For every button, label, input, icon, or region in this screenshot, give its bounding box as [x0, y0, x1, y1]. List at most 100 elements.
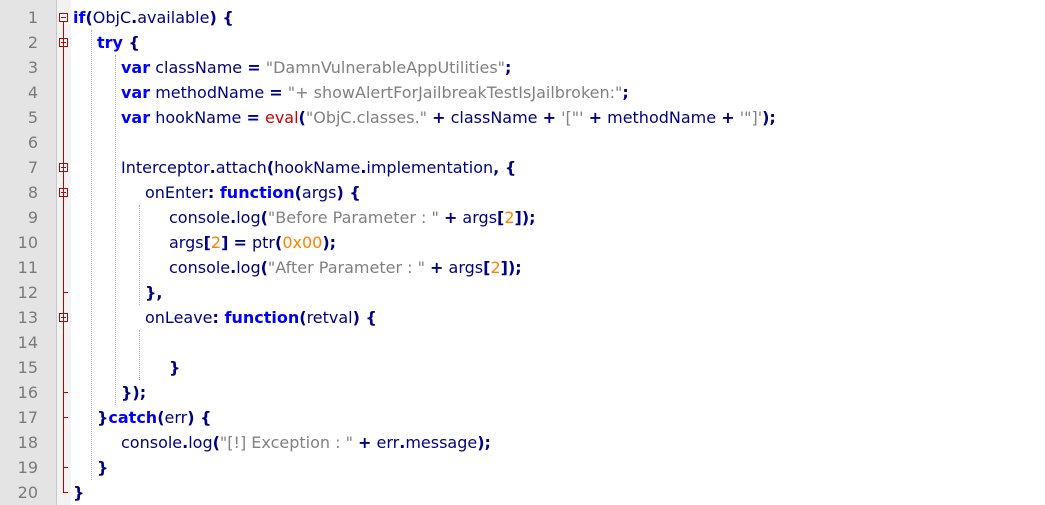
code-token: = — [246, 108, 260, 127]
code-editor[interactable]: 1 2 3 4 5 6 7 8 9 10 11 12 13 14 15 16 17 18 19 20 if(ObjC.… — [0, 0, 1045, 505]
code-token: ( — [294, 183, 302, 202]
code-line[interactable]: }catch(err) { — [97, 405, 212, 430]
code-token: } — [169, 358, 181, 377]
code-token: var — [121, 83, 151, 102]
code-token: implementation — [366, 158, 494, 177]
code-token: ) { — [209, 8, 234, 27]
code-line[interactable]: var methodName = "+ showAlertForJailbrea… — [121, 80, 629, 105]
code-token: console — [169, 258, 231, 277]
code-token: console — [121, 433, 183, 452]
fold-end-marker — [63, 392, 68, 393]
code-text-area[interactable]: if(ObjC.available) {try {var className =… — [71, 0, 1045, 505]
code-token: : — [212, 308, 225, 327]
code-token: if — [73, 8, 86, 27]
line-number: 5 — [27, 108, 38, 127]
code-token: className — [445, 108, 543, 127]
line-number: 10 — [17, 233, 38, 252]
line-number: 16 — [17, 383, 38, 402]
code-token: args — [301, 183, 337, 202]
code-line[interactable]: }); — [121, 380, 146, 405]
code-token: '"]' — [739, 108, 763, 127]
code-token: 2 — [504, 208, 515, 227]
line-number: 13 — [17, 308, 38, 327]
code-token: ); — [322, 233, 337, 252]
line-number: 3 — [27, 58, 38, 77]
code-line[interactable]: } — [169, 355, 180, 380]
code-line[interactable]: onLeave: function(retval) { — [145, 305, 377, 330]
line-number: 17 — [17, 408, 38, 427]
code-token: ); — [477, 433, 491, 452]
code-line[interactable]: } — [97, 455, 108, 480]
code-token: retval — [306, 308, 353, 327]
code-token: args — [443, 258, 484, 277]
fold-range-line — [63, 22, 64, 492]
code-token: console — [169, 208, 231, 227]
code-token: = — [233, 233, 247, 252]
code-token: + — [721, 108, 735, 127]
code-token: ; — [505, 58, 512, 77]
code-token: catch — [108, 408, 158, 427]
code-line[interactable]: Interceptor.attach(hookName.implementati… — [121, 155, 516, 180]
code-token: attach — [215, 158, 267, 177]
code-line[interactable]: var className = "DamnVulnerableAppUtilit… — [121, 55, 511, 80]
code-token: methodName — [150, 83, 270, 102]
code-line[interactable]: console.log("[!] Exception : " + err.mes… — [121, 430, 491, 455]
code-token: log — [236, 208, 261, 227]
line-number: 12 — [17, 283, 38, 302]
code-token: + — [542, 108, 557, 127]
code-token: ( — [260, 208, 268, 227]
fold-margin — [57, 0, 71, 505]
code-token: + — [588, 108, 603, 127]
code-token: args — [457, 208, 498, 227]
code-token: + — [358, 433, 372, 452]
code-line[interactable]: try { — [97, 30, 140, 55]
code-token: = — [247, 58, 261, 77]
code-token: ( — [157, 408, 165, 427]
code-token: hookName — [274, 158, 361, 177]
line-number: 11 — [17, 258, 38, 277]
code-token: } — [73, 483, 85, 502]
code-token: message — [405, 433, 478, 452]
line-number: 2 — [27, 33, 38, 52]
code-token: } — [97, 458, 109, 477]
code-line[interactable]: console.log("Before Parameter : " + args… — [169, 205, 536, 230]
code-line[interactable]: if(ObjC.available) { — [73, 5, 234, 30]
code-token: ]); — [514, 208, 536, 227]
code-line[interactable]: args[2] = ptr(0x00); — [169, 230, 336, 255]
code-token: + — [430, 258, 444, 277]
fold-end-marker — [63, 292, 68, 293]
code-token: methodName — [602, 108, 722, 127]
code-line[interactable]: } — [73, 480, 84, 505]
fold-end-marker — [63, 417, 68, 418]
code-token: [ — [203, 233, 211, 252]
code-token: "+ showAlertForJailbreakTestIsJailbroken… — [282, 83, 623, 102]
fold-end-marker — [63, 492, 68, 493]
code-token: ( — [298, 108, 306, 127]
code-token: , { — [493, 158, 517, 177]
fold-toggle-icon[interactable] — [59, 13, 68, 22]
code-token: log — [188, 433, 213, 452]
code-token: hookName — [150, 108, 247, 127]
code-token: ( — [212, 433, 220, 452]
code-token: available — [137, 8, 210, 27]
code-line[interactable]: onEnter: function(args) { — [145, 180, 361, 205]
code-token: "After Parameter : " — [267, 258, 425, 277]
code-token: log — [236, 258, 261, 277]
code-token: err — [371, 433, 400, 452]
code-token: ); — [762, 108, 776, 127]
code-token: { — [122, 33, 140, 52]
code-token: ptr — [246, 233, 275, 252]
code-token: err — [164, 408, 188, 427]
code-token: + — [432, 108, 446, 127]
code-token: ]); — [500, 258, 522, 277]
line-number: 8 — [27, 183, 38, 202]
code-line[interactable]: }, — [145, 280, 162, 305]
code-token: } — [97, 408, 109, 427]
code-token: ObjC — [92, 8, 132, 27]
code-token: "ObjC.classes." — [305, 108, 428, 127]
code-line[interactable]: console.log("After Parameter : " + args[… — [169, 255, 522, 280]
code-token: args — [169, 233, 204, 252]
code-line[interactable]: var hookName = eval("ObjC.classes." + cl… — [121, 105, 776, 130]
line-number: 9 — [27, 208, 38, 227]
code-token: '["' — [561, 108, 584, 127]
